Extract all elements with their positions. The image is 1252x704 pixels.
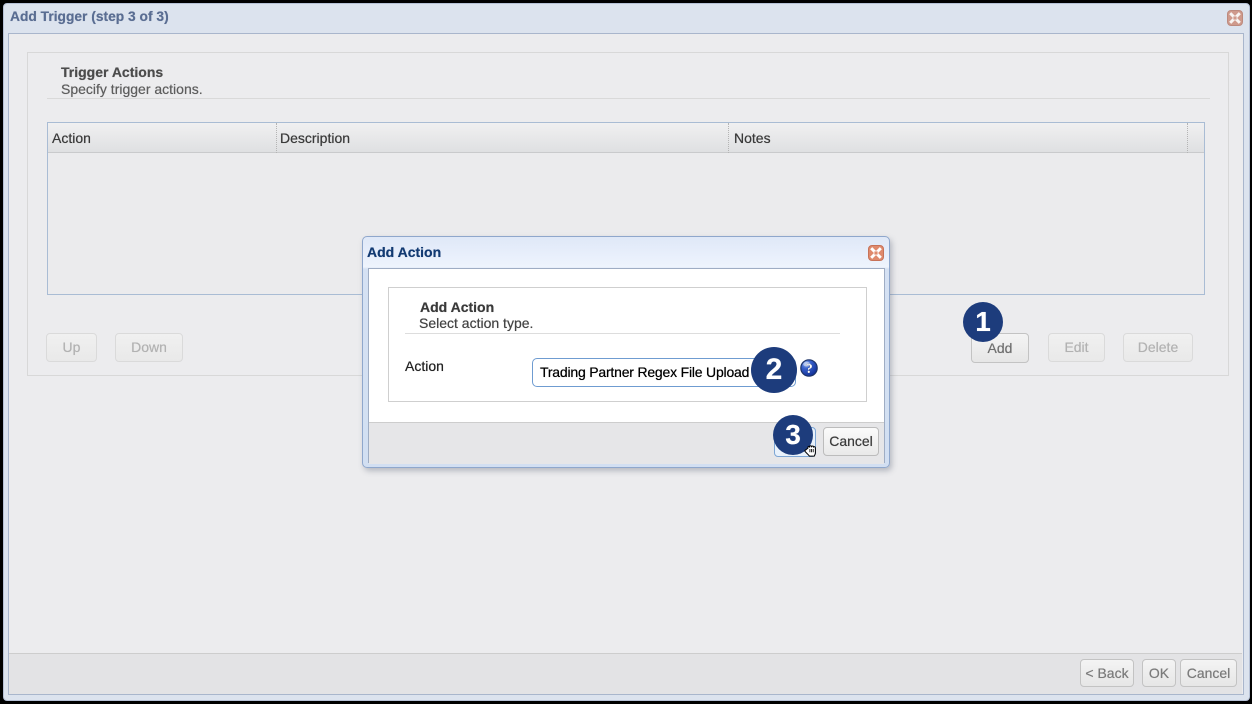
svg-text:?: ? — [806, 362, 813, 377]
